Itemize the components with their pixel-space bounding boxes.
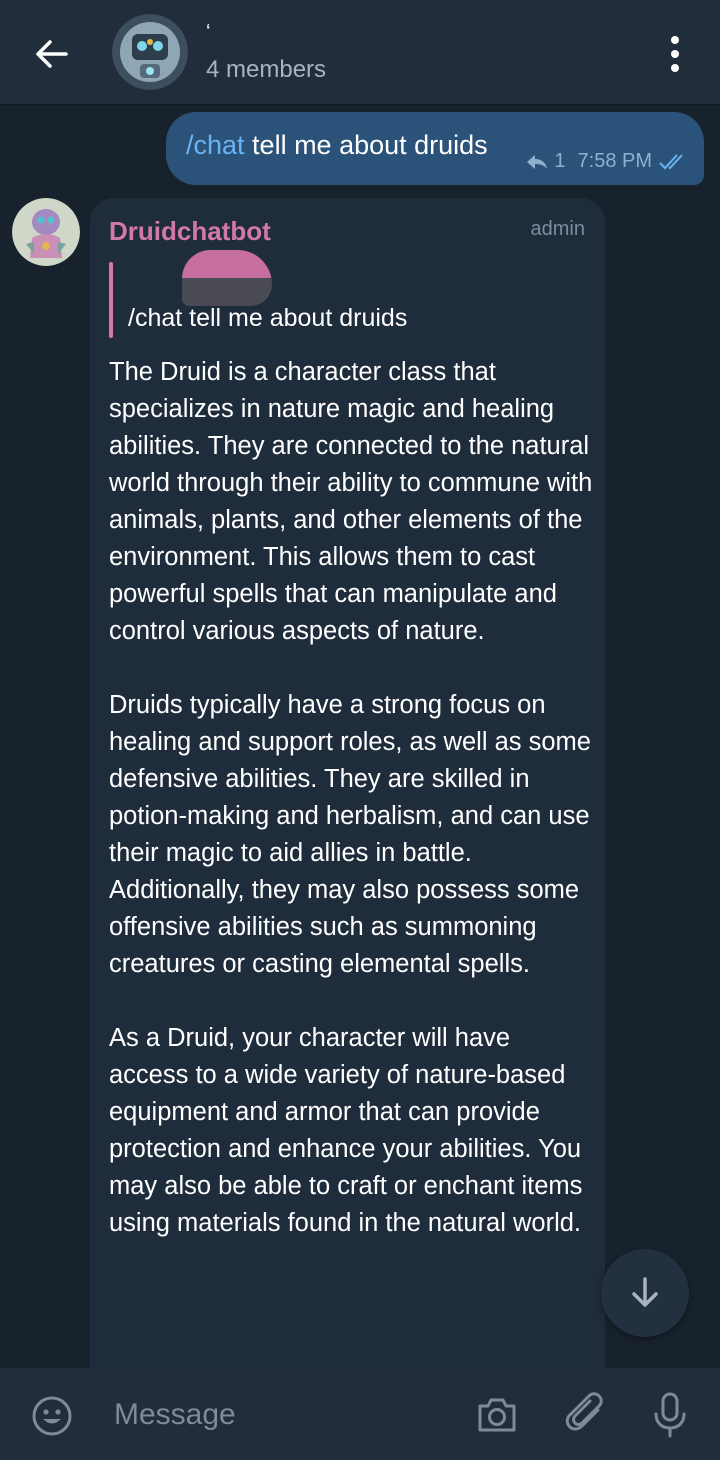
member-count[interactable]: 4 members (206, 56, 326, 84)
double-check-icon (659, 153, 683, 169)
emoji-icon (32, 1396, 72, 1436)
admin-badge: admin (530, 218, 585, 240)
microphone-icon (654, 1392, 686, 1438)
arrow-left-icon (36, 40, 68, 68)
voice-message-button[interactable] (650, 1390, 690, 1440)
message-paragraph: The Druid is a character class that spec… (109, 358, 593, 645)
reply-quote-bar (109, 262, 113, 338)
back-button[interactable] (28, 30, 76, 78)
reply-count: 1 (554, 150, 566, 172)
message-paragraph: As a Druid, your character will have acc… (109, 1024, 583, 1237)
camera-icon (478, 1398, 516, 1432)
reply-icon (527, 154, 548, 169)
command-link[interactable]: /chat (186, 130, 245, 160)
message-composer (0, 1368, 720, 1460)
message-input[interactable] (112, 1392, 436, 1438)
sender-name[interactable]: Druidchatbot (109, 216, 271, 247)
message-time: 7:58 PM (577, 150, 652, 172)
outgoing-message-body: tell me about druids (244, 130, 488, 160)
scroll-to-bottom-button[interactable] (601, 1249, 689, 1337)
more-options-button[interactable] (660, 32, 690, 76)
outgoing-message-bubble[interactable]: /chat tell me about druids 1 7:58 PM (166, 112, 704, 185)
camera-button[interactable] (474, 1392, 520, 1438)
outgoing-message-text: /chat tell me about druids (186, 130, 488, 161)
message-paragraph: Druids typically have a strong focus on … (109, 691, 591, 978)
arrow-down-icon (632, 1277, 658, 1307)
paperclip-icon (565, 1392, 603, 1431)
message-meta: 1 7:58 PM (526, 150, 688, 173)
group-avatar[interactable] (112, 14, 188, 90)
redacted-reply-author (182, 250, 272, 306)
chat-title[interactable]: ʻ (206, 22, 210, 45)
more-vertical-icon (671, 36, 679, 72)
incoming-message-bubble[interactable]: Druidchatbot admin /chat tell me about d… (90, 198, 605, 1378)
chat-header: ʻ 4 members (0, 0, 720, 104)
sender-avatar[interactable] (12, 198, 80, 266)
message-body: The Druid is a character class that spec… (109, 354, 594, 1279)
emoji-button[interactable] (30, 1394, 74, 1438)
attach-button[interactable] (564, 1390, 608, 1438)
reply-quote-text[interactable]: /chat tell me about druids (128, 304, 407, 333)
